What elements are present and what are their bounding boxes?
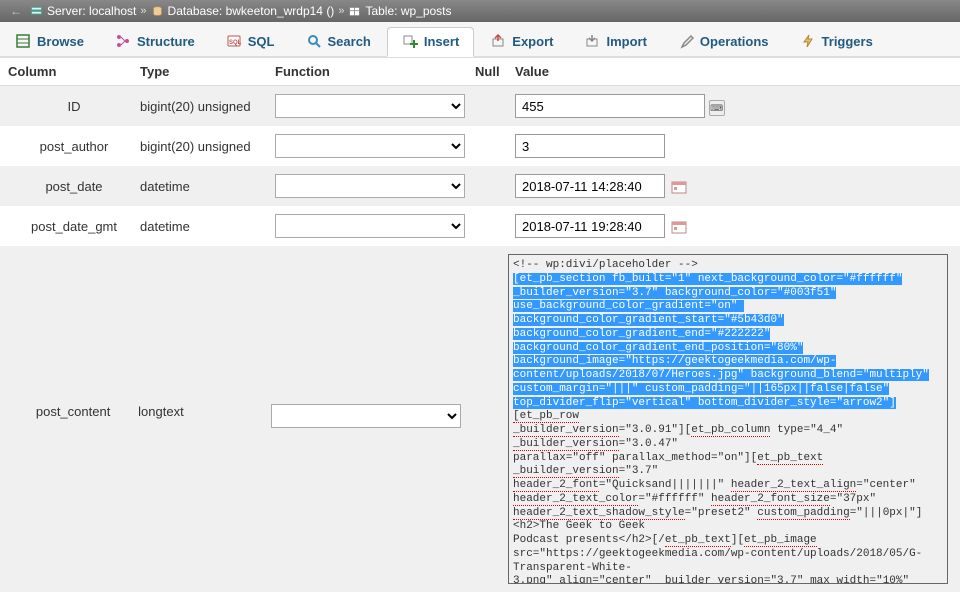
tab-import[interactable]: Import <box>569 26 661 56</box>
row-post-date: post_date datetime <box>0 166 960 206</box>
header-value: Value <box>515 64 960 79</box>
function-select[interactable] <box>275 94 465 118</box>
tab-sql[interactable]: SQL SQL <box>211 26 290 56</box>
tab-triggers[interactable]: Triggers <box>785 26 888 56</box>
operations-icon <box>678 33 694 49</box>
tab-label: Operations <box>700 34 769 49</box>
tab-label: Search <box>328 34 371 49</box>
row-post-date-gmt: post_date_gmt datetime <box>0 206 960 246</box>
tab-label: Structure <box>137 34 195 49</box>
breadcrumb-sep: » <box>140 5 146 17</box>
insert-icon <box>402 34 418 50</box>
column-name: post_author <box>0 139 140 154</box>
tab-operations[interactable]: Operations <box>663 26 784 56</box>
header-function: Function <box>275 64 475 79</box>
value-input[interactable] <box>515 134 665 158</box>
tab-label: Triggers <box>822 34 873 49</box>
column-name: post_date_gmt <box>0 219 140 234</box>
header-type: Type <box>140 64 275 79</box>
header-null: Null <box>475 64 515 79</box>
tab-search[interactable]: Search <box>291 26 386 56</box>
header-column: Column <box>0 64 140 79</box>
tab-label: Export <box>512 34 553 49</box>
tab-export[interactable]: Export <box>475 26 568 56</box>
column-type: longtext <box>138 254 271 419</box>
tab-label: Browse <box>37 34 84 49</box>
calendar-icon[interactable] <box>671 179 687 194</box>
svg-text:SQL: SQL <box>229 40 242 46</box>
column-type: datetime <box>140 219 275 234</box>
value-input[interactable] <box>515 214 665 238</box>
row-id: ID bigint(20) unsigned ⌨ <box>0 86 960 126</box>
breadcrumb-sep2: » <box>338 5 344 17</box>
tab-insert[interactable]: Insert <box>387 27 474 57</box>
column-name: ID <box>0 99 140 114</box>
function-select[interactable] <box>275 214 465 238</box>
search-icon <box>306 33 322 49</box>
breadcrumb: ← Server: localhost » Database: bwkeeton… <box>0 0 960 22</box>
keyboard-icon[interactable]: ⌨ <box>709 100 725 116</box>
browse-icon <box>15 33 31 49</box>
tab-browse[interactable]: Browse <box>0 26 99 56</box>
value-textarea[interactable]: <!-- wp:divi/placeholder --> [et_pb_sect… <box>508 254 948 584</box>
breadcrumb-database[interactable]: Database: bwkeeton_wrdp14 () <box>168 4 335 18</box>
table-icon <box>348 5 361 18</box>
tab-structure[interactable]: Structure <box>100 26 210 56</box>
column-name: post_content <box>0 254 138 419</box>
table-header: Column Type Function Null Value <box>0 58 960 86</box>
tab-label: Insert <box>424 34 459 49</box>
value-input[interactable] <box>515 94 705 118</box>
tab-label: Import <box>606 34 646 49</box>
breadcrumb-server[interactable]: Server: localhost <box>47 4 136 18</box>
calendar-icon[interactable] <box>671 219 687 234</box>
tabs-bar: Browse Structure SQL SQL Search Insert E… <box>0 22 960 58</box>
structure-icon <box>115 33 131 49</box>
column-type: bigint(20) unsigned <box>140 139 275 154</box>
row-post-author: post_author bigint(20) unsigned <box>0 126 960 166</box>
function-select[interactable] <box>275 174 465 198</box>
import-icon <box>584 33 600 49</box>
column-name: post_date <box>0 179 140 194</box>
database-icon <box>151 5 164 18</box>
triggers-icon <box>800 33 816 49</box>
row-post-content: post_content longtext <!-- wp:divi/place… <box>0 246 960 592</box>
export-icon <box>490 33 506 49</box>
tab-label: SQL <box>248 34 275 49</box>
function-select[interactable] <box>271 404 461 428</box>
server-icon <box>30 5 43 18</box>
breadcrumb-table[interactable]: Table: wp_posts <box>365 4 451 18</box>
breadcrumb-back[interactable]: ← <box>6 4 26 18</box>
value-input[interactable] <box>515 174 665 198</box>
function-select[interactable] <box>275 134 465 158</box>
column-type: datetime <box>140 179 275 194</box>
column-type: bigint(20) unsigned <box>140 99 275 114</box>
sql-icon: SQL <box>226 33 242 49</box>
